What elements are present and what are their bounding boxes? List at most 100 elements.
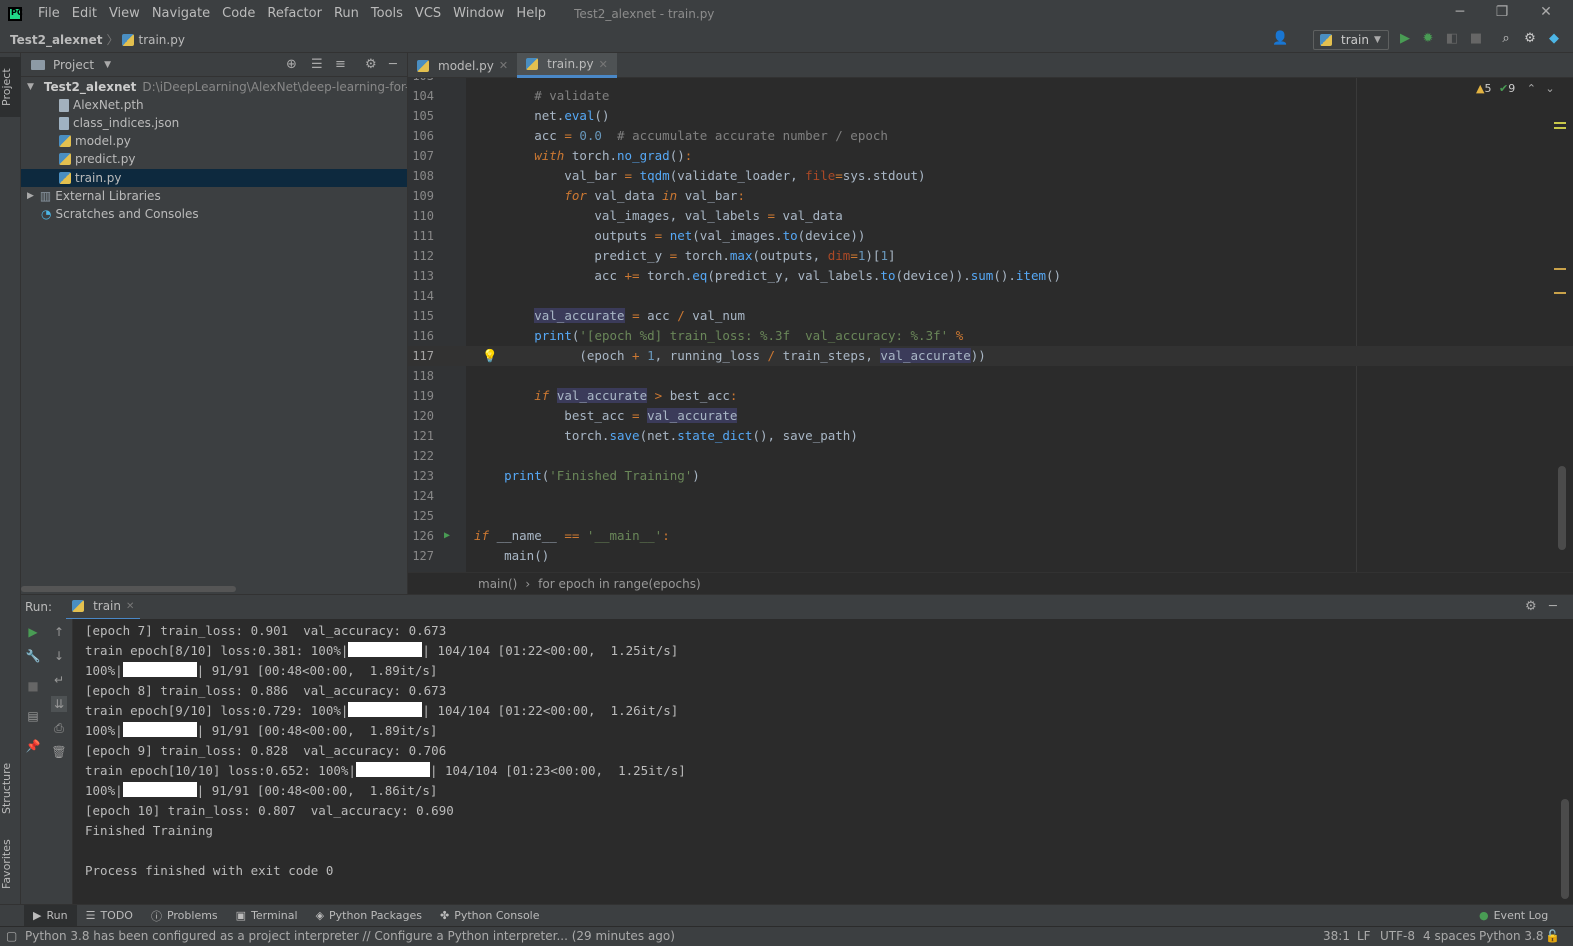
stop-icon[interactable]: ■ <box>1468 31 1484 47</box>
progress-bar-fill <box>122 722 197 737</box>
pin-icon[interactable]: 📌 <box>25 738 41 754</box>
run-console[interactable]: [epoch 7] train_loss: 0.901 val_accuracy… <box>73 619 1573 904</box>
tool-tab-run[interactable]: ▶ Run <box>24 904 77 927</box>
breadcrumb-scope[interactable]: for epoch in range(epochs) <box>538 577 700 591</box>
tab-model-py[interactable]: model.py ✕ <box>408 53 517 78</box>
gear-icon[interactable]: ⚙ <box>1525 599 1537 614</box>
breadcrumb-file[interactable]: train.py <box>138 33 184 47</box>
run-config-selector[interactable]: train ▼ <box>1313 30 1389 50</box>
menu-edit[interactable]: Edit <box>66 6 103 21</box>
wrench-icon[interactable]: 🔧 <box>25 648 41 664</box>
menu-navigate[interactable]: Navigate <box>146 6 216 21</box>
tool-tab-python-console[interactable]: ✤ Python Console <box>431 905 549 927</box>
interpreter[interactable]: Python 3.8 <box>1479 929 1544 943</box>
run-gutter-icon[interactable]: ▶ <box>444 526 450 546</box>
coverage-icon[interactable]: ◧ <box>1444 31 1460 47</box>
menu-run[interactable]: Run <box>328 6 365 21</box>
tool-tab-problems[interactable]: ⓘ Problems <box>142 905 227 927</box>
menu-tools[interactable]: Tools <box>365 6 409 21</box>
collapse-all-icon[interactable]: ≡ <box>335 57 346 72</box>
event-log-icon: ● <box>1479 909 1489 922</box>
warning-stripe[interactable] <box>1554 122 1566 124</box>
layout-icon[interactable]: ▤ <box>25 708 41 724</box>
tool-tab-python-packages[interactable]: ◈ Python Packages <box>307 905 431 927</box>
menu-help[interactable]: Help <box>510 6 552 21</box>
breadcrumb-project[interactable]: Test2_alexnet <box>10 33 102 47</box>
tree-file[interactable]: AlexNet.pth <box>21 96 407 114</box>
arrow-up-icon[interactable]: ↑ <box>51 624 67 640</box>
structure-tool-tab[interactable]: Structure <box>0 753 21 823</box>
hide-panel-icon[interactable]: ─ <box>389 57 397 72</box>
restore-icon[interactable]: ❐ <box>1492 4 1512 20</box>
file-encoding[interactable]: UTF-8 <box>1380 929 1415 943</box>
tool-tab-todo[interactable]: ☰ TODO <box>77 905 142 927</box>
chevron-down-icon[interactable]: ▼ <box>104 60 111 70</box>
close-tab-icon[interactable]: ✕ <box>499 59 508 72</box>
status-message[interactable]: Python 3.8 has been configured as a proj… <box>25 929 675 943</box>
tree-file[interactable]: predict.py <box>21 150 407 168</box>
debug-icon[interactable]: ✹ <box>1420 31 1436 47</box>
tree-file[interactable]: class_indices.json <box>21 114 407 132</box>
trash-icon[interactable]: 🗑 <box>51 744 67 760</box>
jetbrains-icon[interactable]: ◆ <box>1546 31 1562 47</box>
code-line: 121 torch.save(net.state_dict(), save_pa… <box>408 426 1573 446</box>
soft-wrap-icon[interactable]: ↵ <box>51 672 67 688</box>
tab-train-py[interactable]: train.py ✕ <box>517 53 617 78</box>
menu-code[interactable]: Code <box>216 6 261 21</box>
stop-icon[interactable]: ■ <box>25 678 41 694</box>
tool-tab-label: Python Packages <box>329 909 422 922</box>
hide-panel-icon[interactable]: ─ <box>1549 599 1557 614</box>
expand-all-icon[interactable]: ☰ <box>311 57 323 72</box>
code-line: 115 val_accurate = acc / val_num <box>408 306 1573 326</box>
arrow-down-icon[interactable]: ↓ <box>51 648 67 664</box>
editor-scrollbar[interactable] <box>1558 466 1566 550</box>
tool-tab-terminal[interactable]: ▣ Terminal <box>227 905 307 927</box>
scroll-to-end-icon[interactable]: ⇊ <box>51 696 67 712</box>
search-icon[interactable]: ⌕ <box>1498 31 1514 47</box>
console-line: train epoch[8/10] loss:0.381: 100%| | 104… <box>85 642 679 658</box>
minimize-icon[interactable]: ─ <box>1450 4 1470 20</box>
horizontal-scrollbar[interactable] <box>21 586 236 592</box>
gear-icon[interactable]: ⚙ <box>1522 31 1538 47</box>
close-window-icon[interactable]: ✕ <box>1536 4 1556 20</box>
warning-stripe[interactable] <box>1554 268 1566 270</box>
status-window-icon[interactable]: ▢ <box>6 929 17 943</box>
code-line: 110 val_images, val_labels = val_data <box>408 206 1573 226</box>
info-icon: ⓘ <box>150 909 162 923</box>
line-separator[interactable]: LF <box>1357 929 1371 943</box>
close-tab-icon[interactable]: ✕ <box>126 601 134 612</box>
run-tab-train[interactable]: train ✕ <box>66 595 141 620</box>
warning-stripe[interactable] <box>1554 127 1566 129</box>
close-tab-icon[interactable]: ✕ <box>599 58 608 71</box>
indent-setting[interactable]: 4 spaces <box>1423 929 1476 943</box>
caret-position[interactable]: 38:1 <box>1323 929 1350 943</box>
project-panel-title[interactable]: Project <box>53 58 94 72</box>
code-line: 108 val_bar = tqdm(validate_loader, file… <box>408 166 1573 186</box>
user-icon[interactable]: 👤 <box>1272 31 1288 47</box>
menu-refactor[interactable]: Refactor <box>261 6 328 21</box>
breadcrumb-function[interactable]: main() <box>478 577 517 591</box>
console-scrollbar[interactable] <box>1561 799 1569 899</box>
menu-file[interactable]: File <box>32 6 66 21</box>
tree-root[interactable]: ▼ Test2_alexnet D:\iDeepLearning\AlexNet… <box>21 78 407 96</box>
menu-window[interactable]: Window <box>447 6 510 21</box>
code-line: 105 net.eval() <box>408 106 1573 126</box>
code-editor[interactable]: ▲5 ✔9 ⌃ ⌄ 103 104 # validate 105 net.eva… <box>408 78 1573 572</box>
tree-file[interactable]: model.py <box>21 132 407 150</box>
print-icon[interactable]: ⎙ <box>51 720 67 736</box>
tree-external-libraries[interactable]: ▶ ▥ External Libraries <box>21 187 407 205</box>
lock-icon[interactable]: 🔓 <box>1545 929 1560 943</box>
tree-scratches[interactable]: ◔ Scratches and Consoles <box>21 205 407 223</box>
window-title: Test2_alexnet - train.py <box>574 6 715 21</box>
rerun-icon[interactable]: ▶ <box>25 624 41 640</box>
gear-icon[interactable]: ⚙ <box>365 57 377 72</box>
warning-stripe[interactable] <box>1554 292 1566 294</box>
locate-file-icon[interactable]: ⊕ <box>286 57 297 72</box>
tree-file-selected[interactable]: train.py <box>21 169 407 187</box>
favorites-tool-tab[interactable]: Favorites <box>0 833 21 895</box>
project-tool-tab[interactable]: Project <box>0 57 21 117</box>
run-icon[interactable]: ▶ <box>1397 31 1413 47</box>
menu-view[interactable]: View <box>103 6 146 21</box>
tool-tab-event-log[interactable]: ● Event Log <box>1470 905 1557 927</box>
menu-vcs[interactable]: VCS <box>409 6 447 21</box>
